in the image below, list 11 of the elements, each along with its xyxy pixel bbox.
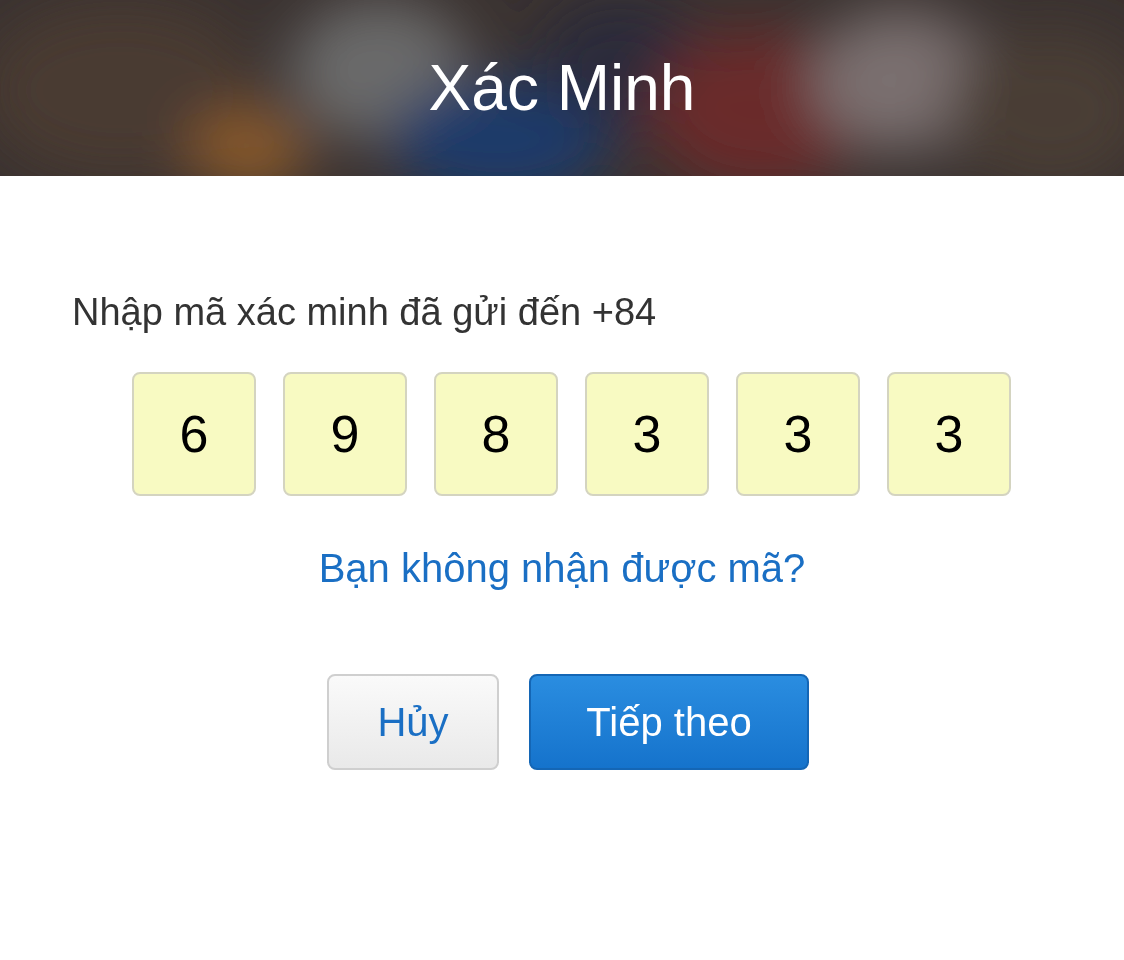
code-digit-field[interactable]: 3 bbox=[736, 372, 860, 496]
prompt-text: Nhập mã xác minh đã gửi đến +84 bbox=[72, 290, 658, 334]
code-digit-field[interactable]: 3 bbox=[585, 372, 709, 496]
cancel-button[interactable]: Hủy bbox=[327, 674, 499, 770]
code-digit-field[interactable]: 3 bbox=[887, 372, 1011, 496]
next-button[interactable]: Tiếp theo bbox=[529, 674, 809, 770]
header-title: Xác Minh bbox=[428, 56, 696, 120]
code-digit-field[interactable]: 8 bbox=[434, 372, 558, 496]
code-digit-field[interactable]: 6 bbox=[132, 372, 256, 496]
resend-link[interactable]: Bạn không nhận được mã? bbox=[318, 542, 806, 594]
code-digit-field[interactable]: 9 bbox=[283, 372, 407, 496]
